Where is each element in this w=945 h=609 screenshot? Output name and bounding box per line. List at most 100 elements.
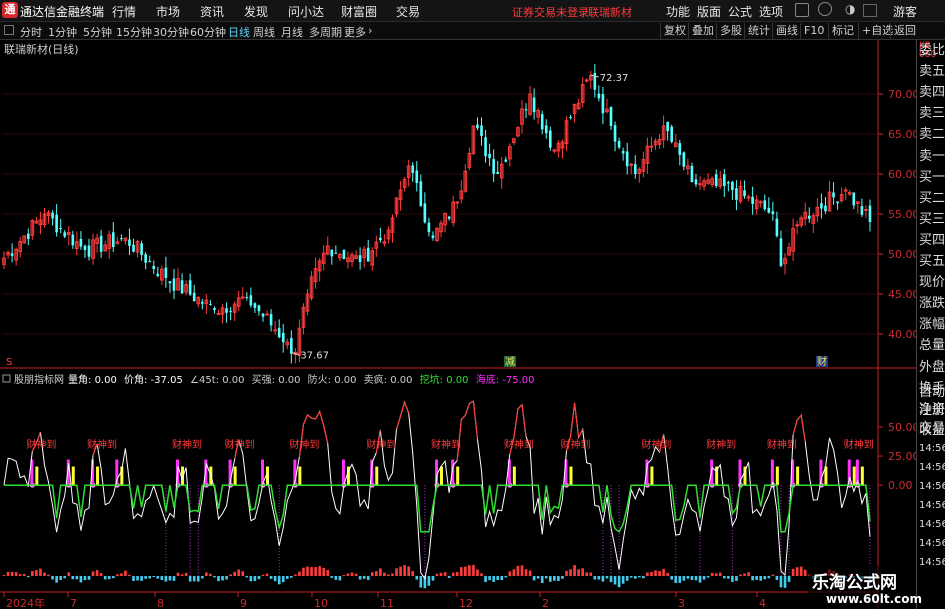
btn-fuquan[interactable]: 复权 bbox=[660, 23, 689, 39]
event-tag-cai[interactable]: 财 bbox=[817, 355, 827, 368]
histogram-bar-down bbox=[642, 576, 645, 579]
sidebar-field-label[interactable]: 买三 bbox=[919, 212, 945, 227]
candle-body bbox=[216, 312, 221, 315]
sidebar-field-label[interactable]: 总量 bbox=[919, 339, 945, 353]
tab-weekly[interactable]: 周线 bbox=[253, 24, 275, 40]
tab-15min[interactable]: 15分钟 bbox=[116, 24, 152, 40]
login-status[interactable]: 证券交易未登录 bbox=[512, 4, 589, 20]
histogram-bar-up bbox=[265, 573, 269, 577]
sidebar-field-label[interactable]: 自动 bbox=[919, 386, 945, 400]
candle-body bbox=[334, 252, 338, 254]
tab-fenshi[interactable]: 分时 bbox=[20, 24, 42, 40]
current-stock-name[interactable]: 联瑞新材 bbox=[588, 4, 632, 20]
histogram-bar-up bbox=[710, 572, 714, 577]
sidebar-field-label[interactable]: 卖二 bbox=[919, 128, 945, 142]
histogram-bar-up bbox=[585, 572, 589, 577]
sidebar-field-label[interactable]: 买四 bbox=[919, 233, 945, 248]
candle-body bbox=[480, 125, 483, 136]
min-price-label: 37.67 bbox=[300, 351, 329, 362]
user-guest[interactable]: 游客 bbox=[893, 3, 917, 20]
menu-banmian[interactable]: 版面 bbox=[697, 3, 721, 20]
histogram-bar-down bbox=[783, 576, 787, 588]
sidebar-field-label[interactable]: 涨幅 bbox=[919, 318, 945, 332]
btn-tongji[interactable]: 统计 bbox=[744, 23, 773, 39]
histogram-bar-down bbox=[59, 576, 62, 580]
sidebar-field-label[interactable]: 卖五 bbox=[919, 65, 945, 79]
menu-faxian[interactable]: 发现 bbox=[244, 3, 268, 20]
tab-monthly[interactable]: 月线 bbox=[281, 24, 303, 40]
candle-body bbox=[148, 261, 152, 263]
layout-icon[interactable] bbox=[863, 4, 877, 17]
tab-5min[interactable]: 5分钟 bbox=[83, 24, 112, 40]
menu-caifuquan[interactable]: 财富圈 bbox=[341, 3, 377, 20]
menu-shichang[interactable]: 市场 bbox=[156, 3, 180, 20]
menu-hangqing[interactable]: 行情 bbox=[112, 3, 136, 20]
histogram-bar-down bbox=[767, 576, 771, 579]
message-icon[interactable] bbox=[795, 3, 809, 17]
histogram-bar-up bbox=[116, 574, 119, 577]
histogram-bar-up bbox=[569, 569, 572, 577]
sidebar-field-label[interactable]: 注册 bbox=[919, 404, 945, 418]
tab-1min[interactable]: 1分钟 bbox=[48, 24, 77, 40]
sidebar-field-label[interactable]: 卖三 bbox=[919, 107, 945, 121]
tab-30min[interactable]: 30分钟 bbox=[153, 24, 189, 40]
menu-jiaoyi[interactable]: 交易 bbox=[396, 3, 420, 20]
magenta-pulse-bar bbox=[770, 459, 774, 486]
ind-label-haidi: 海底: bbox=[476, 373, 499, 386]
menu-gongshi[interactable]: 公式 bbox=[728, 3, 752, 20]
indicator-name[interactable]: 股朋指标网 bbox=[14, 373, 64, 386]
histogram-bar-down bbox=[504, 576, 508, 578]
sidebar-field-label[interactable]: 涨跌 bbox=[919, 297, 945, 311]
date-tick-label: 3 bbox=[678, 597, 685, 609]
candle-body bbox=[290, 338, 293, 354]
menu-wenxiaoda[interactable]: 问小达 bbox=[288, 3, 324, 20]
histogram-bar-down bbox=[245, 576, 249, 578]
histogram-bar-up bbox=[241, 571, 245, 577]
candle-body bbox=[694, 179, 698, 185]
yellow-pulse-bar bbox=[298, 466, 302, 486]
candle-body bbox=[678, 143, 682, 155]
candle-body bbox=[609, 106, 613, 126]
menu-gongneng[interactable]: 功能 bbox=[666, 3, 690, 20]
chart-area[interactable]: 联瑞新材(日线) 40.0045.0050.0055.0060.0065.007… bbox=[0, 40, 916, 609]
sidebar-field-label[interactable]: 卖四 bbox=[919, 86, 945, 100]
event-tag-s[interactable]: S bbox=[6, 357, 12, 368]
sidebar-field-label[interactable]: 买二 bbox=[919, 191, 945, 206]
date-tick-label: 11 bbox=[380, 597, 394, 609]
menu-zixun[interactable]: 资讯 bbox=[200, 3, 224, 20]
histogram-bar-up bbox=[314, 567, 317, 577]
tab-daily[interactable]: 日线 bbox=[228, 24, 250, 40]
event-tag-jian[interactable]: 减 bbox=[505, 356, 515, 368]
sidebar-field-label[interactable]: 卖一 bbox=[919, 149, 945, 164]
panel-toggle-icon[interactable] bbox=[4, 25, 14, 35]
more-chevron-icon[interactable]: › bbox=[368, 24, 372, 37]
btn-back[interactable]: 返回 bbox=[890, 23, 919, 39]
chat-icon[interactable] bbox=[818, 2, 832, 16]
btn-huaxian[interactable]: 画线 bbox=[772, 23, 801, 39]
sidebar-field-label[interactable]: 交易 bbox=[919, 422, 945, 436]
tab-more[interactable]: 更多 bbox=[344, 24, 366, 40]
candle-body bbox=[63, 232, 67, 237]
tab-60min[interactable]: 60分钟 bbox=[190, 24, 226, 40]
histogram-bar-down bbox=[674, 576, 678, 584]
menu-xuanxiang[interactable]: 选项 bbox=[759, 3, 783, 20]
btn-duogu[interactable]: 多股 bbox=[716, 23, 745, 39]
candle-body bbox=[758, 201, 763, 204]
candle-body bbox=[548, 130, 552, 148]
sidebar-tick-time: 14:56 bbox=[919, 481, 945, 492]
skin-icon[interactable]: ◑ bbox=[845, 2, 855, 16]
btn-diejia[interactable]: 叠加 bbox=[688, 23, 717, 39]
histogram-bar-up bbox=[654, 570, 657, 577]
btn-biaoji[interactable]: 标记 bbox=[828, 23, 857, 39]
histogram-bar-up bbox=[180, 574, 184, 577]
sidebar-field-label[interactable]: 外盘 bbox=[919, 360, 945, 375]
histogram-bar-down bbox=[613, 576, 617, 585]
sidebar-field-label[interactable]: 委比 bbox=[919, 44, 945, 58]
sidebar-field-label[interactable]: 买五 bbox=[919, 255, 945, 269]
histogram-bar-down bbox=[593, 576, 597, 580]
sidebar-field-label[interactable]: 现价 bbox=[919, 276, 945, 290]
histogram-bar-down bbox=[290, 576, 293, 578]
sidebar-field-label[interactable]: 买一 bbox=[919, 170, 945, 185]
tab-multi-period[interactable]: 多周期 bbox=[309, 24, 342, 40]
btn-f10[interactable]: F10 bbox=[800, 23, 827, 39]
